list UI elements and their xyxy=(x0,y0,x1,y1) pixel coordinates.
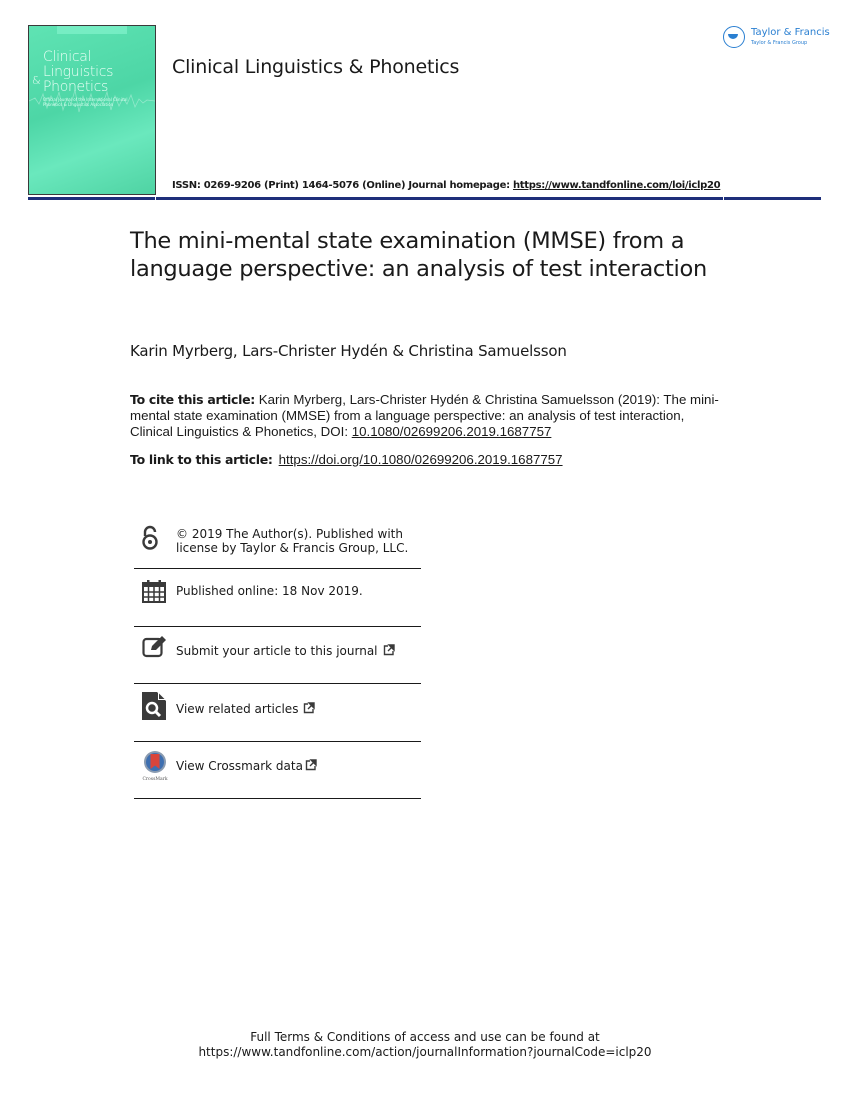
license-line1: © 2019 The Author(s). Published with xyxy=(176,527,403,541)
crossmark-label[interactable]: View Crossmark data xyxy=(176,759,303,773)
edit-pencil-icon xyxy=(142,636,166,658)
document-search-icon xyxy=(142,692,166,720)
divider xyxy=(134,741,421,742)
issn-line: ISSN: 0269-9206 (Print) 1464-5076 (Onlin… xyxy=(172,180,721,191)
article-authors: Karin Myrberg, Lars-Christer Hydén & Chr… xyxy=(130,342,567,360)
divider xyxy=(134,626,421,627)
cover-ampersand: & xyxy=(32,74,41,87)
footer-terms-link[interactable]: https://www.tandfonline.com/action/journ… xyxy=(0,1045,850,1060)
published-date: Published online: 18 Nov 2019. xyxy=(176,584,363,598)
footer-terms: Full Terms & Conditions of access and us… xyxy=(0,1030,850,1060)
citation-block: To cite this article: Karin Myrberg, Lar… xyxy=(130,392,730,440)
article-title: The mini-mental state examination (MMSE)… xyxy=(130,228,707,282)
calendar-icon xyxy=(142,580,166,603)
cover-top-band xyxy=(57,26,127,34)
link-label: To link to this article: xyxy=(130,452,273,467)
related-articles-link[interactable]: View related articles xyxy=(176,702,316,716)
journal-title: Clinical Linguistics & Phonetics xyxy=(172,56,460,78)
article-doi-url-link[interactable]: https://doi.org/10.1080/02699206.2019.16… xyxy=(279,452,563,467)
journal-cover-image: Clinical Linguistics & Phonetics Officia… xyxy=(28,25,156,195)
rule-divider-gap xyxy=(155,197,156,200)
divider xyxy=(134,798,421,799)
crossmark-caption: CrossMark xyxy=(142,776,167,782)
external-link-icon xyxy=(304,702,316,714)
related-articles-row[interactable]: View related articles xyxy=(134,692,421,722)
journal-homepage-link[interactable]: https://www.tandfonline.com/loi/iclp20 xyxy=(513,180,721,191)
divider xyxy=(134,568,421,569)
published-row: Published online: 18 Nov 2019. xyxy=(134,578,421,608)
cover-subtitle: Official Journal of the International Cl… xyxy=(43,97,128,107)
cite-label: To cite this article: xyxy=(130,392,255,407)
doi-link[interactable]: 10.1080/02699206.2019.1687757 xyxy=(352,424,552,439)
license-text: © 2019 The Author(s). Published with lic… xyxy=(176,527,408,555)
divider xyxy=(134,683,421,684)
related-articles-label[interactable]: View related articles xyxy=(176,702,298,716)
publisher-logo[interactable]: Taylor & Francis Taylor & Francis Group xyxy=(723,25,833,51)
cover-title-line1: Clinical xyxy=(43,49,92,65)
license-line2: license by Taylor & Francis Group, LLC. xyxy=(176,541,409,555)
article-link-line: To link to this article: https://doi.org/… xyxy=(130,452,563,467)
submit-article-row[interactable]: Submit your article to this journal xyxy=(134,634,421,664)
cover-title-line2: Linguistics xyxy=(43,64,114,80)
header-rule xyxy=(28,197,821,200)
external-link-icon xyxy=(305,759,317,771)
publisher-group: Taylor & Francis Group xyxy=(751,40,808,46)
license-row: © 2019 The Author(s). Published with lic… xyxy=(134,523,421,559)
submit-article-label[interactable]: Submit your article to this journal xyxy=(176,644,378,658)
crossmark-icon: CrossMark xyxy=(142,751,168,782)
crossmark-row[interactable]: CrossMark View Crossmark data xyxy=(134,750,421,782)
issn-text: ISSN: 0269-9206 (Print) 1464-5076 (Onlin… xyxy=(172,180,513,191)
open-access-icon xyxy=(142,525,158,550)
publisher-name: Taylor & Francis xyxy=(751,27,830,38)
cover-title-line3: Phonetics xyxy=(43,79,109,95)
rule-divider-gap xyxy=(723,197,724,200)
crossmark-link[interactable]: View Crossmark data xyxy=(176,759,317,773)
footer-line1: Full Terms & Conditions of access and us… xyxy=(250,1030,600,1044)
submit-article-link[interactable]: Submit your article to this journal xyxy=(176,644,395,658)
external-link-icon xyxy=(383,644,395,656)
